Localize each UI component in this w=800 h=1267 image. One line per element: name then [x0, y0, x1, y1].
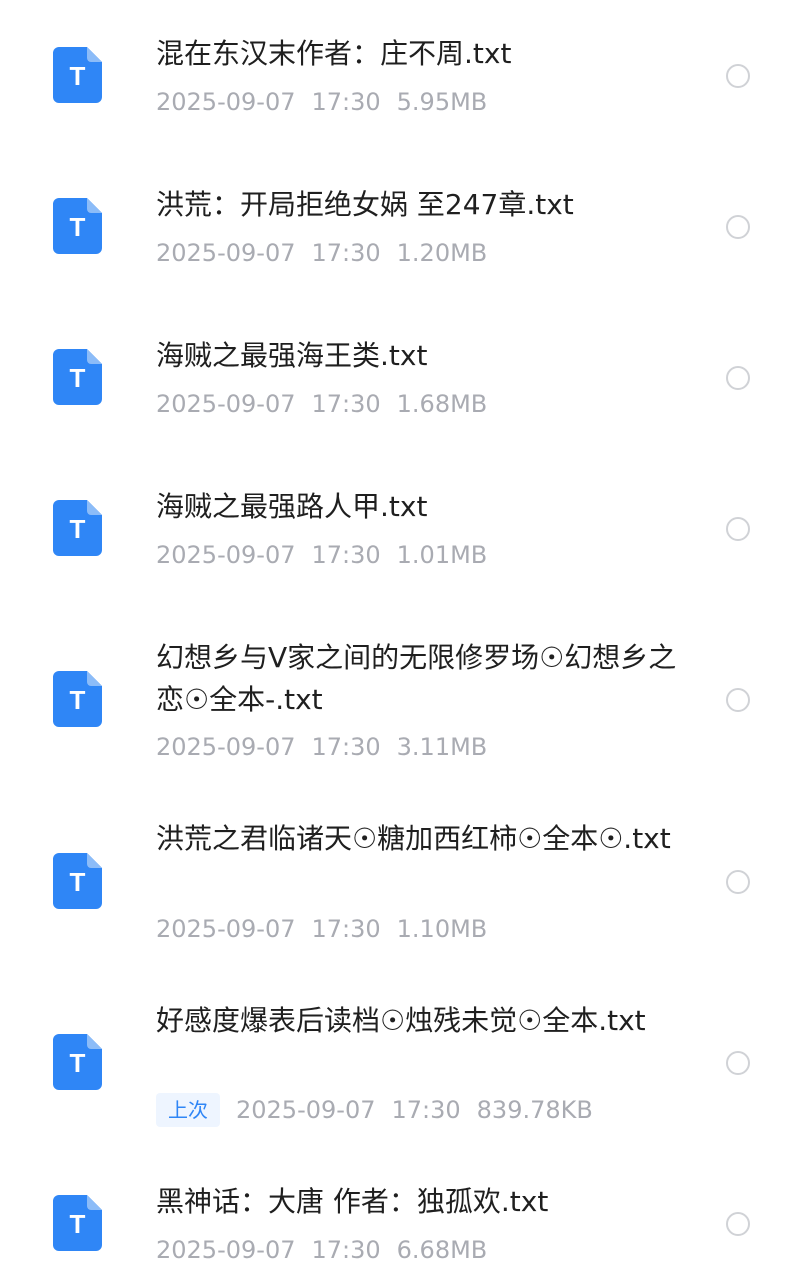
select-radio[interactable] [726, 64, 750, 88]
file-time: 17:30 [311, 733, 381, 761]
select-radio[interactable] [726, 688, 750, 712]
file-name: 海贼之最强路人甲.txt [156, 490, 428, 523]
file-size: 1.68MB [396, 390, 488, 418]
file-size: 1.01MB [396, 541, 488, 569]
svg-text:T: T [70, 61, 86, 91]
file-time: 17:30 [311, 541, 381, 569]
file-size: 6.68MB [396, 1236, 488, 1264]
txt-file-icon: T [53, 47, 102, 103]
file-list-item[interactable]: T 好感度爆表后读档☉烛残未觉☉全本.txt 上次 2025-09-07 17:… [0, 970, 800, 1143]
file-list-item[interactable]: T 洪荒之君临诸天☉糖加西红柿☉全本☉.txt 2025-09-07 17:30… [0, 789, 800, 970]
file-name: 黑神话：大唐 作者：独孤欢.txt [156, 1185, 549, 1218]
txt-file-icon: T [53, 198, 102, 254]
txt-file-icon: T [53, 1195, 102, 1251]
select-radio[interactable] [726, 1212, 750, 1236]
file-list: T 混在东汉末作者：庄不周.txt 2025-09-07 17:30 5.95M… [0, 0, 800, 1267]
file-date: 2025-09-07 [236, 1096, 376, 1124]
file-meta: 2025-09-07 17:30 6.68MB [156, 1233, 503, 1267]
file-name: 洪荒之君临诸天☉糖加西红柿☉全本☉.txt [156, 822, 671, 855]
svg-text:T: T [70, 514, 86, 544]
file-size: 1.20MB [396, 239, 488, 267]
file-meta: 2025-09-07 17:30 1.68MB [156, 387, 503, 421]
svg-text:T: T [70, 212, 86, 242]
file-date: 2025-09-07 [156, 390, 296, 418]
file-time: 17:30 [391, 1096, 461, 1124]
svg-text:T: T [70, 363, 86, 393]
file-size: 3.11MB [396, 733, 488, 761]
file-list-item[interactable]: T 洪荒：开局拒绝女娲 至247章.txt 2025-09-07 17:30 1… [0, 152, 800, 303]
txt-file-icon: T [53, 349, 102, 405]
txt-file-icon: T [53, 671, 102, 727]
file-list-item[interactable]: T 混在东汉末作者：庄不周.txt 2025-09-07 17:30 5.95M… [0, 0, 800, 152]
file-name: 混在东汉末作者：庄不周.txt [156, 37, 512, 70]
file-size: 5.95MB [396, 88, 488, 116]
file-time: 17:30 [311, 88, 381, 116]
select-radio[interactable] [726, 215, 750, 239]
svg-text:T: T [70, 1209, 86, 1239]
file-meta: 2025-09-07 17:30 3.11MB [156, 730, 503, 764]
svg-text:T: T [70, 685, 86, 715]
file-time: 17:30 [311, 390, 381, 418]
last-read-badge: 上次 [156, 1093, 220, 1127]
file-meta: 2025-09-07 17:30 1.20MB [156, 236, 503, 270]
file-time: 17:30 [311, 915, 381, 943]
select-radio[interactable] [726, 366, 750, 390]
file-meta: 2025-09-07 17:30 1.10MB [156, 912, 503, 946]
file-size: 1.10MB [396, 915, 488, 943]
select-radio[interactable] [726, 870, 750, 894]
txt-file-icon: T [53, 1034, 102, 1090]
file-list-item[interactable]: T 幻想乡与V家之间的无限修罗场☉幻想乡之恋☉全本-.txt 2025-09-0… [0, 605, 800, 789]
file-date: 2025-09-07 [156, 541, 296, 569]
txt-file-icon: T [53, 853, 102, 909]
file-name: 洪荒：开局拒绝女娲 至247章.txt [156, 188, 574, 221]
file-size: 839.78KB [476, 1096, 593, 1124]
file-date: 2025-09-07 [156, 1236, 296, 1264]
svg-text:T: T [70, 867, 86, 897]
file-time: 17:30 [311, 239, 381, 267]
file-meta: 2025-09-07 17:30 1.01MB [156, 538, 503, 572]
file-meta: 2025-09-07 17:30 5.95MB [156, 85, 503, 119]
file-time: 17:30 [311, 1236, 381, 1264]
file-name: 幻想乡与V家之间的无限修罗场☉幻想乡之恋☉全本-.txt [156, 641, 677, 716]
file-name: 海贼之最强海王类.txt [156, 339, 428, 372]
svg-text:T: T [70, 1048, 86, 1078]
txt-file-icon: T [53, 500, 102, 556]
select-radio[interactable] [726, 517, 750, 541]
file-date: 2025-09-07 [156, 239, 296, 267]
file-name: 好感度爆表后读档☉烛残未觉☉全本.txt [156, 1004, 646, 1037]
file-date: 2025-09-07 [156, 733, 296, 761]
select-radio[interactable] [726, 1051, 750, 1075]
file-meta: 上次 2025-09-07 17:30 839.78KB [156, 1093, 609, 1127]
file-list-item[interactable]: T 黑神话：大唐 作者：独孤欢.txt 2025-09-07 17:30 6.6… [0, 1143, 800, 1267]
file-date: 2025-09-07 [156, 88, 296, 116]
file-date: 2025-09-07 [156, 915, 296, 943]
file-list-item[interactable]: T 海贼之最强路人甲.txt 2025-09-07 17:30 1.01MB [0, 454, 800, 605]
file-list-item[interactable]: T 海贼之最强海王类.txt 2025-09-07 17:30 1.68MB [0, 303, 800, 454]
